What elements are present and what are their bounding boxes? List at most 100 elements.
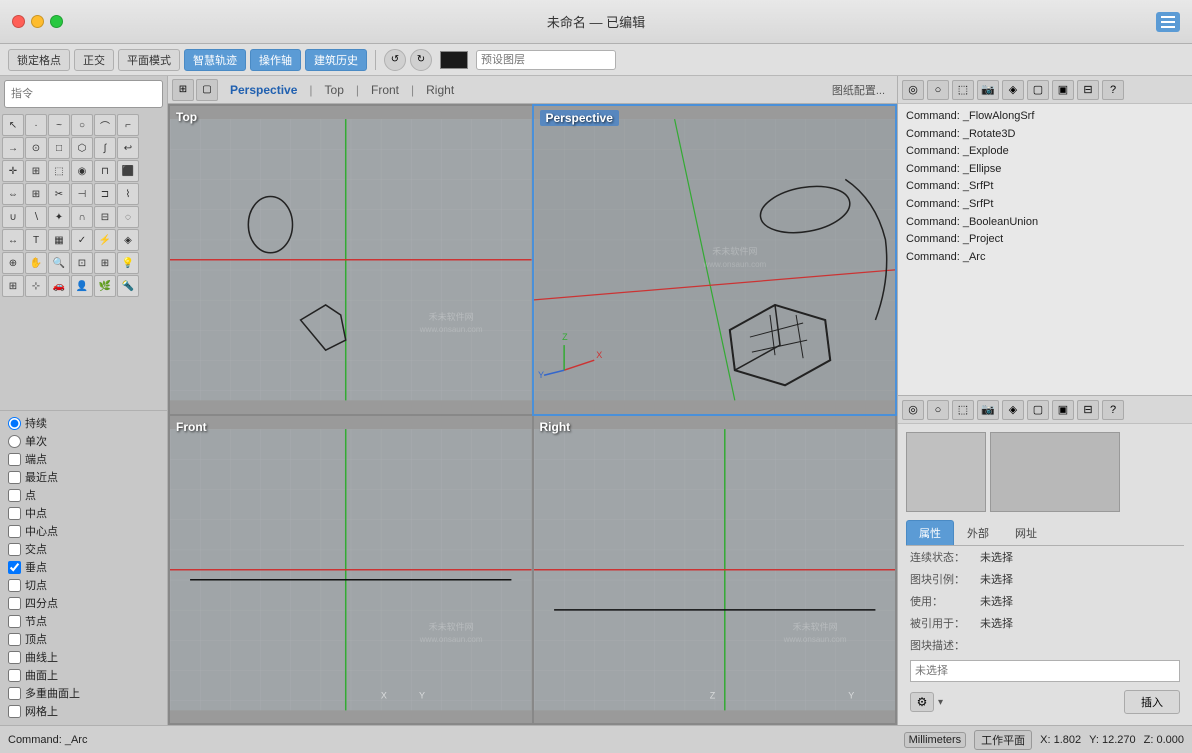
trim-tool[interactable]: ✂ — [48, 183, 70, 205]
lasso-tool[interactable]: ⊙ — [25, 137, 47, 159]
snap-tangent-check[interactable] — [8, 579, 21, 592]
workplane-button[interactable]: 工作平面 — [974, 730, 1032, 750]
cmd-toolbar-frame[interactable]: ▢ — [1027, 80, 1049, 100]
surface-tool[interactable]: ⬛ — [117, 160, 139, 182]
operation-axis-button[interactable]: 操作轴 — [250, 49, 301, 71]
snap-tool[interactable]: ⊹ — [25, 275, 47, 297]
snap-center-check[interactable] — [8, 525, 21, 538]
snap-perp-check[interactable] — [8, 561, 21, 574]
check-tool[interactable]: ✓ — [71, 229, 93, 251]
vp-grid-icon[interactable]: ⊞ — [172, 79, 194, 101]
cmd-toolbar-camera[interactable]: 📷 — [977, 80, 999, 100]
snap-on-polysurface-check[interactable] — [8, 687, 21, 700]
scale-tool[interactable]: ⊞ — [25, 160, 47, 182]
sphere-tool[interactable]: ◉ — [71, 160, 93, 182]
render-tool[interactable]: ◈ — [117, 229, 139, 251]
hide-tool[interactable]: ◌ — [117, 206, 139, 228]
array-tool[interactable]: ⊞ — [25, 183, 47, 205]
prop-tab-url[interactable]: 网址 — [1002, 520, 1050, 545]
arc-tool[interactable]: ⌒ — [94, 114, 116, 136]
unit-selector[interactable]: Millimeters — [904, 732, 967, 748]
point-tool[interactable]: · — [25, 114, 47, 136]
build-history-button[interactable]: 建筑历史 — [305, 49, 367, 71]
viewport-top[interactable]: Top — [170, 106, 532, 414]
magnify-tool[interactable]: 🔍 — [48, 252, 70, 274]
snap-nearest-check[interactable] — [8, 471, 21, 484]
cmd-toolbar-ring[interactable]: ○ — [927, 80, 949, 100]
snap-midpoint-check[interactable] — [8, 507, 21, 520]
join-tool[interactable]: ∩ — [71, 206, 93, 228]
prop-toolbar-panel1[interactable]: ▣ — [1052, 400, 1074, 420]
prop-insert-button[interactable]: 插入 — [1124, 690, 1180, 714]
command-input[interactable] — [4, 80, 163, 108]
analyze-tool[interactable]: ⚡ — [94, 229, 116, 251]
close-button[interactable] — [12, 15, 25, 28]
light-tool[interactable]: 💡 — [117, 252, 139, 274]
vp-tab-front[interactable]: Front — [361, 81, 409, 99]
fillet-tool[interactable]: ⌐ — [117, 114, 139, 136]
maximize-button[interactable] — [50, 15, 63, 28]
vp-tab-perspective[interactable]: Perspective — [220, 81, 307, 99]
snap-single-radio[interactable] — [8, 435, 21, 448]
lock-grid-button[interactable]: 锁定格点 — [8, 49, 70, 71]
lamp-tool[interactable]: 🔦 — [117, 275, 139, 297]
person-tool[interactable]: 👤 — [71, 275, 93, 297]
offset-tool[interactable]: ⊐ — [94, 183, 116, 205]
vp-tab-right[interactable]: Right — [416, 81, 464, 99]
cylinder-tool[interactable]: ⊓ — [94, 160, 116, 182]
zoom-tool[interactable]: ⊕ — [2, 252, 24, 274]
sidebar-toggle-button[interactable] — [1156, 12, 1180, 32]
cmd-toolbar-sphere[interactable]: ◎ — [902, 80, 924, 100]
prop-gear-button[interactable]: ⚙ — [910, 692, 934, 712]
snap-on-curve-check[interactable] — [8, 651, 21, 664]
select-tool[interactable]: ↖ — [2, 114, 24, 136]
explode-tool[interactable]: ✦ — [48, 206, 70, 228]
layer-input[interactable] — [476, 50, 616, 70]
rotate-cw-button[interactable]: ↺ — [384, 49, 406, 71]
boolean-union-tool[interactable]: ∪ — [2, 206, 24, 228]
dim-tool[interactable]: ↔ — [2, 229, 24, 251]
prop-toolbar-panel2[interactable]: ⊟ — [1077, 400, 1099, 420]
view-tool[interactable]: ⊞ — [94, 252, 116, 274]
boolean-diff-tool[interactable]: ∖ — [25, 206, 47, 228]
grid-tool[interactable]: ⊞ — [2, 275, 24, 297]
snap-vertex-check[interactable] — [8, 633, 21, 646]
rotate-ccw-button[interactable]: ↻ — [410, 49, 432, 71]
snap-point-check[interactable] — [8, 489, 21, 502]
smart-track-button[interactable]: 智慧轨迹 — [184, 49, 246, 71]
polygon-tool[interactable]: ⬡ — [71, 137, 93, 159]
snap-endpoint-check[interactable] — [8, 453, 21, 466]
group-tool[interactable]: ⊟ — [94, 206, 116, 228]
extend-tool[interactable]: ⊣ — [71, 183, 93, 205]
cmd-toolbar-render[interactable]: ◈ — [1002, 80, 1024, 100]
snap-knot-check[interactable] — [8, 615, 21, 628]
prop-toolbar-frame[interactable]: ▢ — [1027, 400, 1049, 420]
spline-tool[interactable]: ∫ — [94, 137, 116, 159]
snap-intersection-check[interactable] — [8, 543, 21, 556]
prop-toolbar-help[interactable]: ? — [1102, 400, 1124, 420]
viewport-config-button[interactable]: 图纸配置... — [832, 82, 893, 98]
cmd-toolbar-panel2[interactable]: ⊟ — [1077, 80, 1099, 100]
prop-tab-attributes[interactable]: 属性 — [906, 520, 954, 545]
rect-tool[interactable]: □ — [48, 137, 70, 159]
prop-toolbar-camera[interactable]: 📷 — [977, 400, 999, 420]
viewport-front[interactable]: Front X Y — [170, 416, 532, 724]
prop-toolbar-sphere[interactable]: ◎ — [902, 400, 924, 420]
circle-tool[interactable]: ○ — [71, 114, 93, 136]
vp-rect-icon[interactable]: ▢ — [196, 79, 218, 101]
plant-tool[interactable]: 🌿 — [94, 275, 116, 297]
cmd-toolbar-help[interactable]: ? — [1102, 80, 1124, 100]
vp-tab-top[interactable]: Top — [315, 81, 354, 99]
text-tool[interactable]: T — [25, 229, 47, 251]
prop-toolbar-render[interactable]: ◈ — [1002, 400, 1024, 420]
snap-on-mesh-check[interactable] — [8, 705, 21, 718]
rotate-tool[interactable]: ↩ — [117, 137, 139, 159]
pan-tool[interactable]: ✋ — [25, 252, 47, 274]
viewport-perspective[interactable]: Perspective — [534, 106, 896, 414]
prop-tab-external[interactable]: 外部 — [954, 520, 1002, 545]
ortho-button[interactable]: 正交 — [74, 49, 114, 71]
snap-continuous-radio[interactable] — [8, 417, 21, 430]
curve-tool[interactable]: ~ — [48, 114, 70, 136]
mirror-tool[interactable]: ⇔ — [2, 183, 24, 205]
blend-tool[interactable]: ⌇ — [117, 183, 139, 205]
